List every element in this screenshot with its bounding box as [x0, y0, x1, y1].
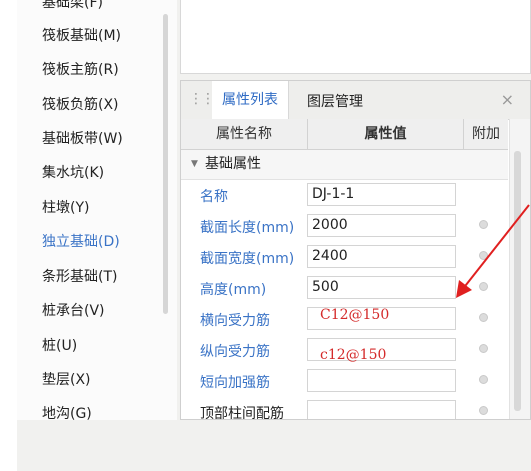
nav-item-pile-cap[interactable]: 桩承台(V): [42, 300, 105, 320]
table-row: 短向加强筋: [181, 366, 508, 397]
attach-checkbox[interactable]: [479, 344, 488, 353]
table-row: 截面宽度(mm) 2400: [181, 242, 508, 273]
attach-checkbox[interactable]: [479, 375, 488, 384]
nav-item-column-pier[interactable]: 柱墩(Y): [42, 197, 89, 217]
property-name: 顶部柱间配筋: [200, 406, 284, 420]
nav-item-pile[interactable]: 桩(U): [42, 335, 77, 355]
drag-handle-icon[interactable]: ⋮⋮: [189, 91, 215, 107]
attach-checkbox[interactable]: [479, 220, 488, 229]
property-value[interactable]: 2000: [307, 214, 456, 237]
nav-item-raft-main-rebar[interactable]: 筏板主筋(R): [42, 59, 119, 79]
property-name: 名称: [200, 189, 228, 205]
table-row: 顶部柱间配筋: [181, 397, 508, 420]
property-name: 高度(mm): [200, 282, 267, 298]
group-basic-properties[interactable]: ▼ 基础属性: [181, 150, 508, 180]
property-value[interactable]: DJ-1-1: [307, 183, 456, 206]
collapse-triangle-icon[interactable]: ▼: [191, 150, 198, 179]
component-tree: 基础梁(F) 筏板基础(M) 筏板主筋(R) 筏板负筋(X) 基础板带(W) 集…: [17, 0, 177, 420]
nav-item-foundation-strip[interactable]: 基础板带(W): [42, 128, 123, 148]
annotation-text-2: c12@150: [320, 347, 387, 363]
attach-checkbox[interactable]: [479, 406, 488, 415]
column-header-extra: 附加: [464, 119, 508, 150]
property-value[interactable]: [307, 369, 456, 392]
property-name: 纵向受力筋: [200, 344, 270, 360]
nav-item-foundation-beam[interactable]: 基础梁(F): [42, 0, 103, 12]
nav-item-sump-pit[interactable]: 集水坑(K): [42, 162, 104, 182]
property-name: 短向加强筋: [200, 375, 270, 391]
group-label: 基础属性: [205, 156, 261, 172]
column-header-value: 属性值: [308, 119, 464, 150]
close-icon[interactable]: ×: [501, 90, 514, 109]
attach-checkbox[interactable]: [479, 251, 488, 260]
property-value[interactable]: 2400: [307, 245, 456, 268]
property-name: 截面长度(mm): [200, 220, 295, 236]
property-name: 横向受力筋: [200, 313, 270, 329]
left-margin: [0, 0, 17, 471]
property-value[interactable]: [307, 400, 456, 419]
tab-layer-management[interactable]: 图层管理: [307, 91, 363, 111]
attach-checkbox[interactable]: [479, 282, 488, 291]
nav-item-raft-negative-rebar[interactable]: 筏板负筋(X): [42, 94, 119, 114]
tab-property-list[interactable]: 属性列表: [212, 81, 289, 119]
nav-item-raft-foundation[interactable]: 筏板基础(M): [42, 25, 121, 45]
nav-item-cushion[interactable]: 垫层(X): [42, 369, 91, 389]
annotation-text-1: C12@150: [320, 307, 390, 323]
table-row: 名称 DJ-1-1: [181, 180, 508, 211]
nav-scrollbar[interactable]: [163, 14, 168, 314]
blank-panel: [180, 0, 531, 74]
property-panel: ⋮⋮ 属性列表 图层管理 × 属性名称 属性值 附加 ▼ 基础属性 名称 DJ-…: [180, 80, 531, 420]
status-area: [17, 420, 531, 471]
column-header-name: 属性名称: [181, 119, 308, 150]
table-row: 截面长度(mm) 2000: [181, 211, 508, 242]
nav-item-isolated-footing[interactable]: 独立基础(D): [42, 231, 120, 251]
nav-item-strip-footing[interactable]: 条形基础(T): [42, 266, 117, 286]
nav-item-trench[interactable]: 地沟(G): [42, 403, 92, 420]
panel-tabbar: ⋮⋮ 属性列表 图层管理 ×: [181, 81, 530, 120]
table-row: 高度(mm) 500: [181, 273, 508, 304]
property-value[interactable]: 500: [307, 276, 456, 299]
property-name: 截面宽度(mm): [200, 251, 295, 267]
attach-checkbox[interactable]: [479, 313, 488, 322]
property-scrollbar-thumb[interactable]: [514, 151, 521, 411]
